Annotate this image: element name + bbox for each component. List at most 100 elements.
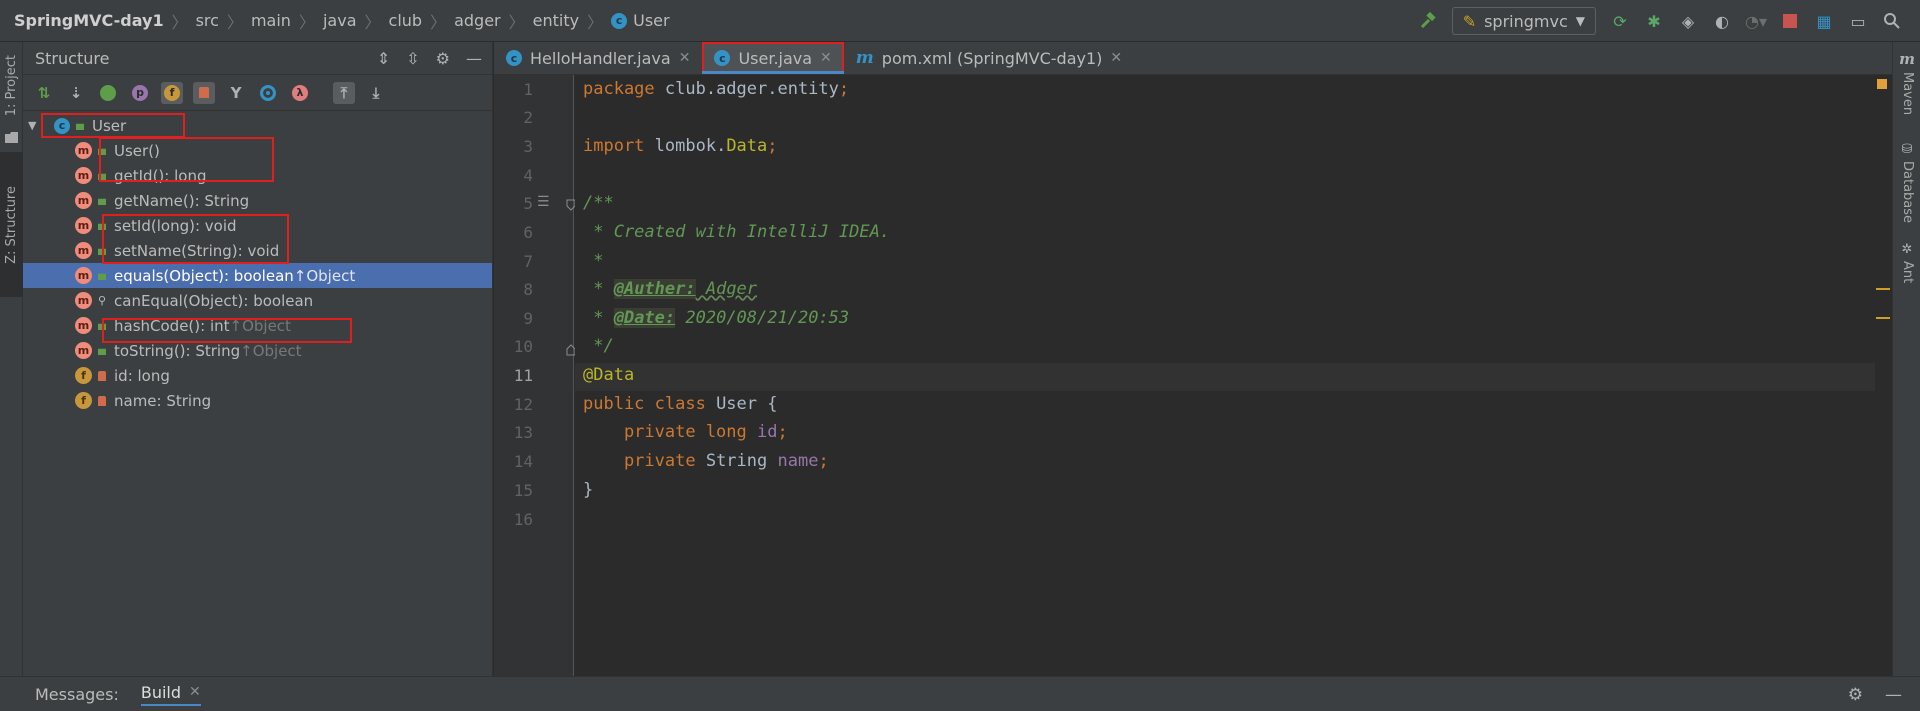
maven-label: Maven [1900, 72, 1915, 116]
line-number: 9 [523, 309, 533, 328]
profile-icon[interactable]: ◐ [1712, 11, 1732, 31]
autoscroll-from-source-icon[interactable]: ⤓ [365, 82, 387, 104]
code-line-1: package club.adger.entity; [583, 79, 850, 99]
project-structure-icon[interactable]: ▦ [1814, 11, 1834, 31]
gear-icon[interactable]: ⚙ [436, 49, 450, 68]
method-icon: m [75, 142, 92, 159]
layout-icon[interactable]: ▭ [1848, 11, 1868, 31]
tree-item-field[interactable]: f name: String [23, 388, 492, 413]
code-line-9: * @Date: 2020/08/21/20:53 [583, 308, 850, 328]
tab-build[interactable]: Build ✕ [140, 683, 201, 706]
bottom-tool-bar: Messages: Build ✕ ⚙ — [0, 676, 1920, 711]
tree-item-field[interactable]: f id: long [23, 363, 492, 388]
database-tool-tab[interactable]: ⛁ Database [1897, 142, 1917, 223]
sort-alphabetically-icon[interactable]: ⇣ [65, 82, 87, 104]
minimize-icon[interactable]: — [1885, 685, 1902, 705]
more-actions-icon[interactable]: ◔▾ [1745, 11, 1767, 31]
code-line-7: * [583, 251, 604, 271]
line-number: 1 [523, 80, 533, 99]
structure-header: Structure ⇕ ⇳ ⚙ — [23, 42, 492, 75]
line-number: 2 [523, 108, 533, 127]
structure-tool-tab[interactable]: Z: Structure [0, 152, 23, 297]
show-inherited-icon[interactable] [97, 82, 119, 104]
code-line-5: /** [583, 193, 614, 213]
show-non-public-icon[interactable] [193, 81, 215, 104]
expand-arrow-icon[interactable]: ▼ [28, 119, 42, 132]
close-icon[interactable]: ✕ [820, 50, 832, 66]
method-icon: m [75, 217, 92, 234]
code-line-8: * @Auther: Adger [583, 279, 758, 299]
line-number: 15 [513, 481, 533, 500]
project-tool-label: 1: Project [4, 55, 19, 117]
header-actions: ⇕ ⇳ ⚙ — [377, 42, 482, 75]
editor-tabs: c HelloHandler.java ✕ c User.java ✕ m po… [494, 42, 1892, 75]
warning-status-icon[interactable] [1877, 79, 1887, 89]
public-visibility-icon [98, 348, 106, 355]
breadcrumb-main[interactable]: main [251, 11, 291, 30]
breadcrumb-adger[interactable]: adger [454, 11, 501, 30]
close-icon[interactable]: ✕ [189, 684, 201, 700]
run-config-dropdown[interactable]: ✎ springmvc ▼ [1451, 7, 1596, 35]
show-lambdas-icon[interactable]: λ [289, 82, 311, 104]
show-implementations-icon[interactable]: Y [225, 82, 247, 104]
expand-all-icon[interactable]: ⇕ [377, 49, 390, 68]
project-tool-tab[interactable]: 1: Project [0, 46, 23, 126]
sort-by-visibility-icon[interactable]: ⇅ [33, 82, 55, 104]
breadcrumb-club[interactable]: club [389, 11, 423, 30]
method-icon: m [75, 242, 92, 259]
left-tool-strip: 1: Project Z: Structure [0, 42, 23, 676]
highlight-box [102, 318, 352, 343]
stop-icon[interactable] [1780, 11, 1800, 31]
show-fields-icon[interactable]: f [161, 81, 183, 104]
minimize-icon[interactable]: — [466, 49, 482, 68]
debug-icon[interactable]: ✱ [1644, 11, 1664, 31]
javadoc-render-icon[interactable]: ☰ [537, 194, 550, 210]
bottom-actions: ⚙ — [1848, 677, 1902, 711]
close-icon[interactable]: ✕ [1110, 50, 1122, 66]
warning-marker[interactable] [1876, 288, 1890, 290]
rerun-icon[interactable]: ⟳ [1610, 11, 1630, 31]
line-number: 12 [513, 395, 533, 414]
tree-item-method[interactable]: m getName(): String [23, 188, 492, 213]
private-lock-icon [98, 370, 106, 381]
close-icon[interactable]: ✕ [679, 50, 691, 66]
line-number: 5 [523, 194, 533, 213]
breadcrumb-user[interactable]: User [633, 11, 669, 30]
database-label: Database [1900, 161, 1915, 224]
coverage-icon[interactable]: ◈ [1678, 11, 1698, 31]
tree-item-method[interactable]: m ⚲ canEqual(Object): boolean [23, 288, 492, 313]
gear-icon[interactable]: ⚙ [1848, 685, 1863, 705]
show-properties-icon[interactable]: p [129, 82, 151, 104]
line-number: 3 [523, 137, 533, 156]
error-stripe[interactable] [1872, 75, 1892, 676]
structure-tree: ▼ c User m User() m getId(): long m getName()… [23, 111, 492, 413]
line-number: 13 [513, 423, 533, 442]
search-icon[interactable] [1882, 11, 1902, 31]
tree-item-method[interactable]: m equals(Object): boolean ↑Object [23, 263, 492, 288]
panel-title: Structure [35, 48, 110, 68]
code-content[interactable]: package club.adger.entity; import lombok… [575, 75, 1865, 676]
hammer-icon[interactable] [1418, 11, 1438, 31]
breadcrumb-java[interactable]: java [323, 11, 357, 30]
breadcrumb-entity[interactable]: entity [533, 11, 579, 30]
run-config-label: springmvc [1484, 11, 1568, 31]
tab-user-java[interactable]: c User.java ✕ [702, 42, 845, 74]
tab-pom-xml[interactable]: m pom.xml (SpringMVC-day1) ✕ [844, 42, 1134, 74]
show-anonymous-icon[interactable] [257, 82, 279, 104]
class-icon: c [714, 50, 731, 66]
class-icon: c [506, 50, 522, 66]
ant-tool-tab[interactable]: ✲ Ant [1897, 242, 1917, 283]
line-number: 4 [523, 166, 533, 185]
maven-icon: m [1899, 50, 1915, 68]
breadcrumb-separator: 〉 [508, 12, 525, 32]
breadcrumb-project[interactable]: SpringMVC-day1 [14, 11, 164, 30]
code-line-6: * Created with IntelliJ IDEA. [583, 222, 891, 242]
maven-tool-tab[interactable]: m Maven [1897, 50, 1917, 115]
line-number: 11 [513, 366, 533, 385]
line-number: 6 [523, 223, 533, 242]
tab-hellohandler[interactable]: c HelloHandler.java ✕ [494, 42, 702, 74]
warning-marker[interactable] [1876, 317, 1890, 319]
autoscroll-to-source-icon[interactable]: ⤒ [333, 81, 355, 104]
collapse-all-icon[interactable]: ⇳ [406, 49, 419, 68]
breadcrumb-src[interactable]: src [196, 11, 219, 30]
